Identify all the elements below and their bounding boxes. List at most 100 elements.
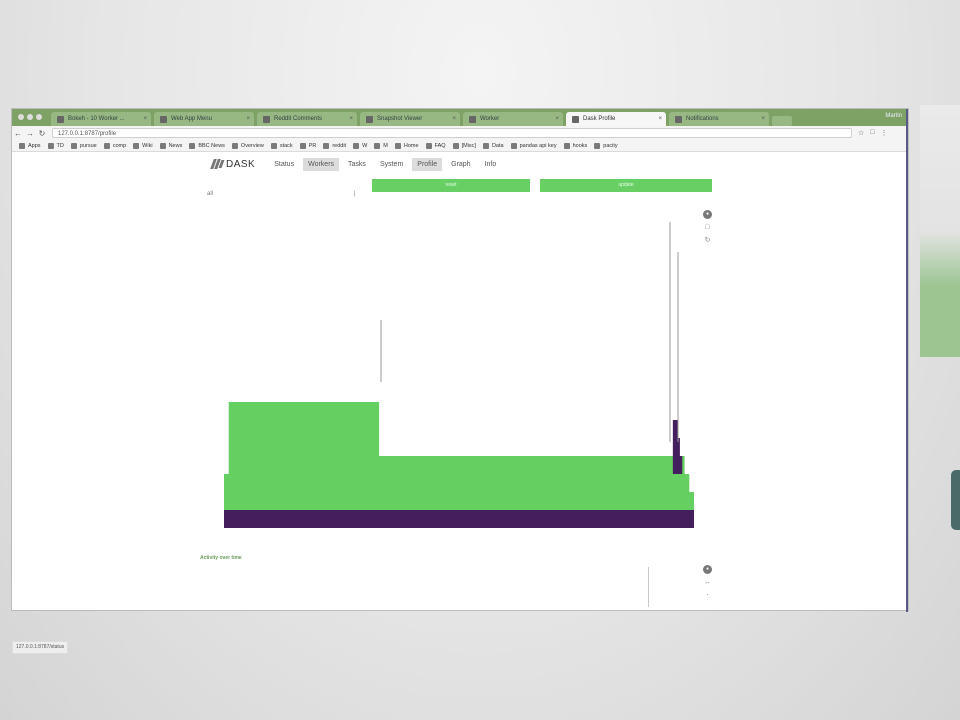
nav-workers[interactable]: Workers xyxy=(303,157,340,171)
favicon-icon xyxy=(57,115,64,123)
bookmark-label: BBC News xyxy=(198,142,225,149)
bookmark-item[interactable]: pandas api key xyxy=(510,142,557,149)
bookmark-item[interactable]: comp xyxy=(103,142,127,149)
bookmark-item[interactable]: hooks xyxy=(563,142,587,149)
window-controls[interactable] xyxy=(12,109,48,126)
brand-label: DASK xyxy=(226,158,256,170)
browser-tab[interactable]: Worker × xyxy=(463,112,563,126)
profile-flame-chart[interactable] xyxy=(212,212,702,548)
flame-block[interactable] xyxy=(228,438,380,456)
bookmark-item[interactable]: FAQ xyxy=(425,142,446,149)
flame-block[interactable] xyxy=(228,456,685,474)
minimize-window-icon[interactable] xyxy=(27,114,33,120)
flame-block[interactable] xyxy=(228,402,318,420)
timeline-toolbar: ● ↔ ⋅ xyxy=(703,565,715,604)
reload-icon[interactable]: ↻ xyxy=(36,129,48,138)
nav-graph[interactable]: Graph xyxy=(446,158,475,171)
nav-profile[interactable]: Profile xyxy=(412,157,443,171)
flame-block[interactable] xyxy=(672,438,680,456)
flame-block[interactable] xyxy=(224,492,694,510)
reset-icon[interactable]: ↻ xyxy=(703,236,712,245)
update-button[interactable]: update xyxy=(540,179,712,192)
bookmark-icon xyxy=(425,142,432,149)
nav-tasks[interactable]: Tasks xyxy=(343,158,371,171)
bookmark-item[interactable]: Overview xyxy=(231,142,264,149)
bokeh-logo-icon[interactable]: ● xyxy=(703,210,712,219)
bookmark-item[interactable]: stack xyxy=(270,142,293,149)
bookmark-item[interactable]: pursue xyxy=(70,142,97,149)
bookmark-item[interactable]: M xyxy=(374,142,388,149)
flame-block[interactable] xyxy=(672,456,683,474)
bookmark-label: TD xyxy=(56,142,64,149)
bookmark-item[interactable]: BBC News xyxy=(189,142,225,149)
close-tab-icon[interactable]: × xyxy=(452,116,456,122)
nav-links: Status Workers Tasks System Profile Graph Info xyxy=(269,157,505,171)
dask-logo[interactable]: DASK xyxy=(210,158,256,170)
bokeh-logo-icon[interactable]: ● xyxy=(703,565,712,574)
close-tab-icon[interactable]: × xyxy=(246,116,250,122)
browser-tab[interactable]: Web App Menu × xyxy=(154,112,254,126)
bookmarks-bar: Apps TD pursue comp Wiki News BBC News Overview… xyxy=(12,140,908,152)
profile-name[interactable]: Martin xyxy=(885,113,902,119)
bookmark-item[interactable]: [Misc] xyxy=(452,142,476,149)
browser-tab[interactable]: Reddit Comments × xyxy=(257,112,357,126)
box-zoom-icon[interactable]: □ xyxy=(703,223,712,232)
flame-block[interactable] xyxy=(672,420,678,438)
tab-label: Snapshot Viewer xyxy=(377,116,423,122)
pan-icon[interactable]: ↔ xyxy=(703,578,712,587)
star-icon[interactable]: ☆ xyxy=(858,129,864,137)
save-icon[interactable]: ⋅ xyxy=(703,591,712,600)
close-tab-icon[interactable]: × xyxy=(761,116,765,122)
browser-tab[interactable]: Dask Profile × xyxy=(566,112,666,126)
bookmark-label: Wiki xyxy=(142,142,153,149)
browser-tab[interactable]: Snapshot Viewer × xyxy=(360,112,460,126)
bookmark-item[interactable]: Apps xyxy=(19,142,41,149)
bookmark-item[interactable]: Wiki xyxy=(133,142,153,149)
close-tab-icon[interactable]: × xyxy=(143,116,147,122)
menu-icon[interactable]: ⋮ xyxy=(881,129,888,137)
bookmark-label: pursue xyxy=(79,142,97,149)
bookmark-item[interactable]: Home xyxy=(394,142,419,149)
tab-label: Bokeh - 10 Worker ... xyxy=(68,116,125,122)
bookmark-item[interactable]: Data xyxy=(482,142,504,149)
maximize-window-icon[interactable] xyxy=(36,114,42,120)
bookmark-icon xyxy=(323,142,330,149)
bookmark-label: News xyxy=(168,142,183,149)
select-label[interactable]: all xyxy=(207,191,213,197)
close-tab-icon[interactable]: × xyxy=(349,116,353,122)
close-tab-icon[interactable]: × xyxy=(658,116,662,122)
close-tab-icon[interactable]: × xyxy=(555,116,559,122)
flame-block[interactable] xyxy=(318,402,380,420)
forward-icon[interactable]: → xyxy=(24,129,36,138)
tab-label: Reddit Comments xyxy=(274,116,323,122)
bookmark-icon xyxy=(374,142,381,149)
back-icon[interactable]: ← xyxy=(12,129,24,138)
bookmark-item[interactable]: W xyxy=(353,142,367,149)
bookmark-label: stack xyxy=(279,142,293,149)
address-bar[interactable]: 127.0.0.1:8787/profile xyxy=(52,128,852,138)
browser-toolbar: ← → ↻ 127.0.0.1:8787/profile ☆ □ ⋮ xyxy=(12,126,908,140)
extension-icon[interactable]: □ xyxy=(870,129,874,137)
bookmark-icon xyxy=(159,142,166,149)
bookmark-label: FAQ xyxy=(434,142,446,149)
nav-system[interactable]: System xyxy=(375,158,408,171)
bookmark-item[interactable]: News xyxy=(159,142,183,149)
dask-logo-icon xyxy=(210,158,225,170)
browser-tab[interactable]: Bokeh - 10 Worker ... × xyxy=(51,112,151,126)
bookmark-item[interactable]: reddit xyxy=(323,142,347,149)
bookmark-label: comp xyxy=(112,142,127,149)
browser-tab[interactable]: Notifications × xyxy=(669,112,769,126)
flame-block[interactable] xyxy=(224,474,690,492)
nav-status[interactable]: Status xyxy=(269,158,299,171)
bookmark-item[interactable]: TD xyxy=(47,142,64,149)
bookmark-label: PR xyxy=(308,142,317,149)
flame-block[interactable] xyxy=(228,420,380,438)
bookmark-item[interactable]: pacity xyxy=(594,142,618,149)
close-window-icon[interactable] xyxy=(18,114,24,120)
nav-info[interactable]: Info xyxy=(480,158,502,171)
bookmark-label: reddit xyxy=(332,142,347,149)
bookmark-label: Overview xyxy=(240,142,264,149)
new-tab-button[interactable] xyxy=(772,116,792,126)
bookmark-item[interactable]: PR xyxy=(299,142,317,149)
reset-button[interactable]: reset xyxy=(372,179,530,192)
